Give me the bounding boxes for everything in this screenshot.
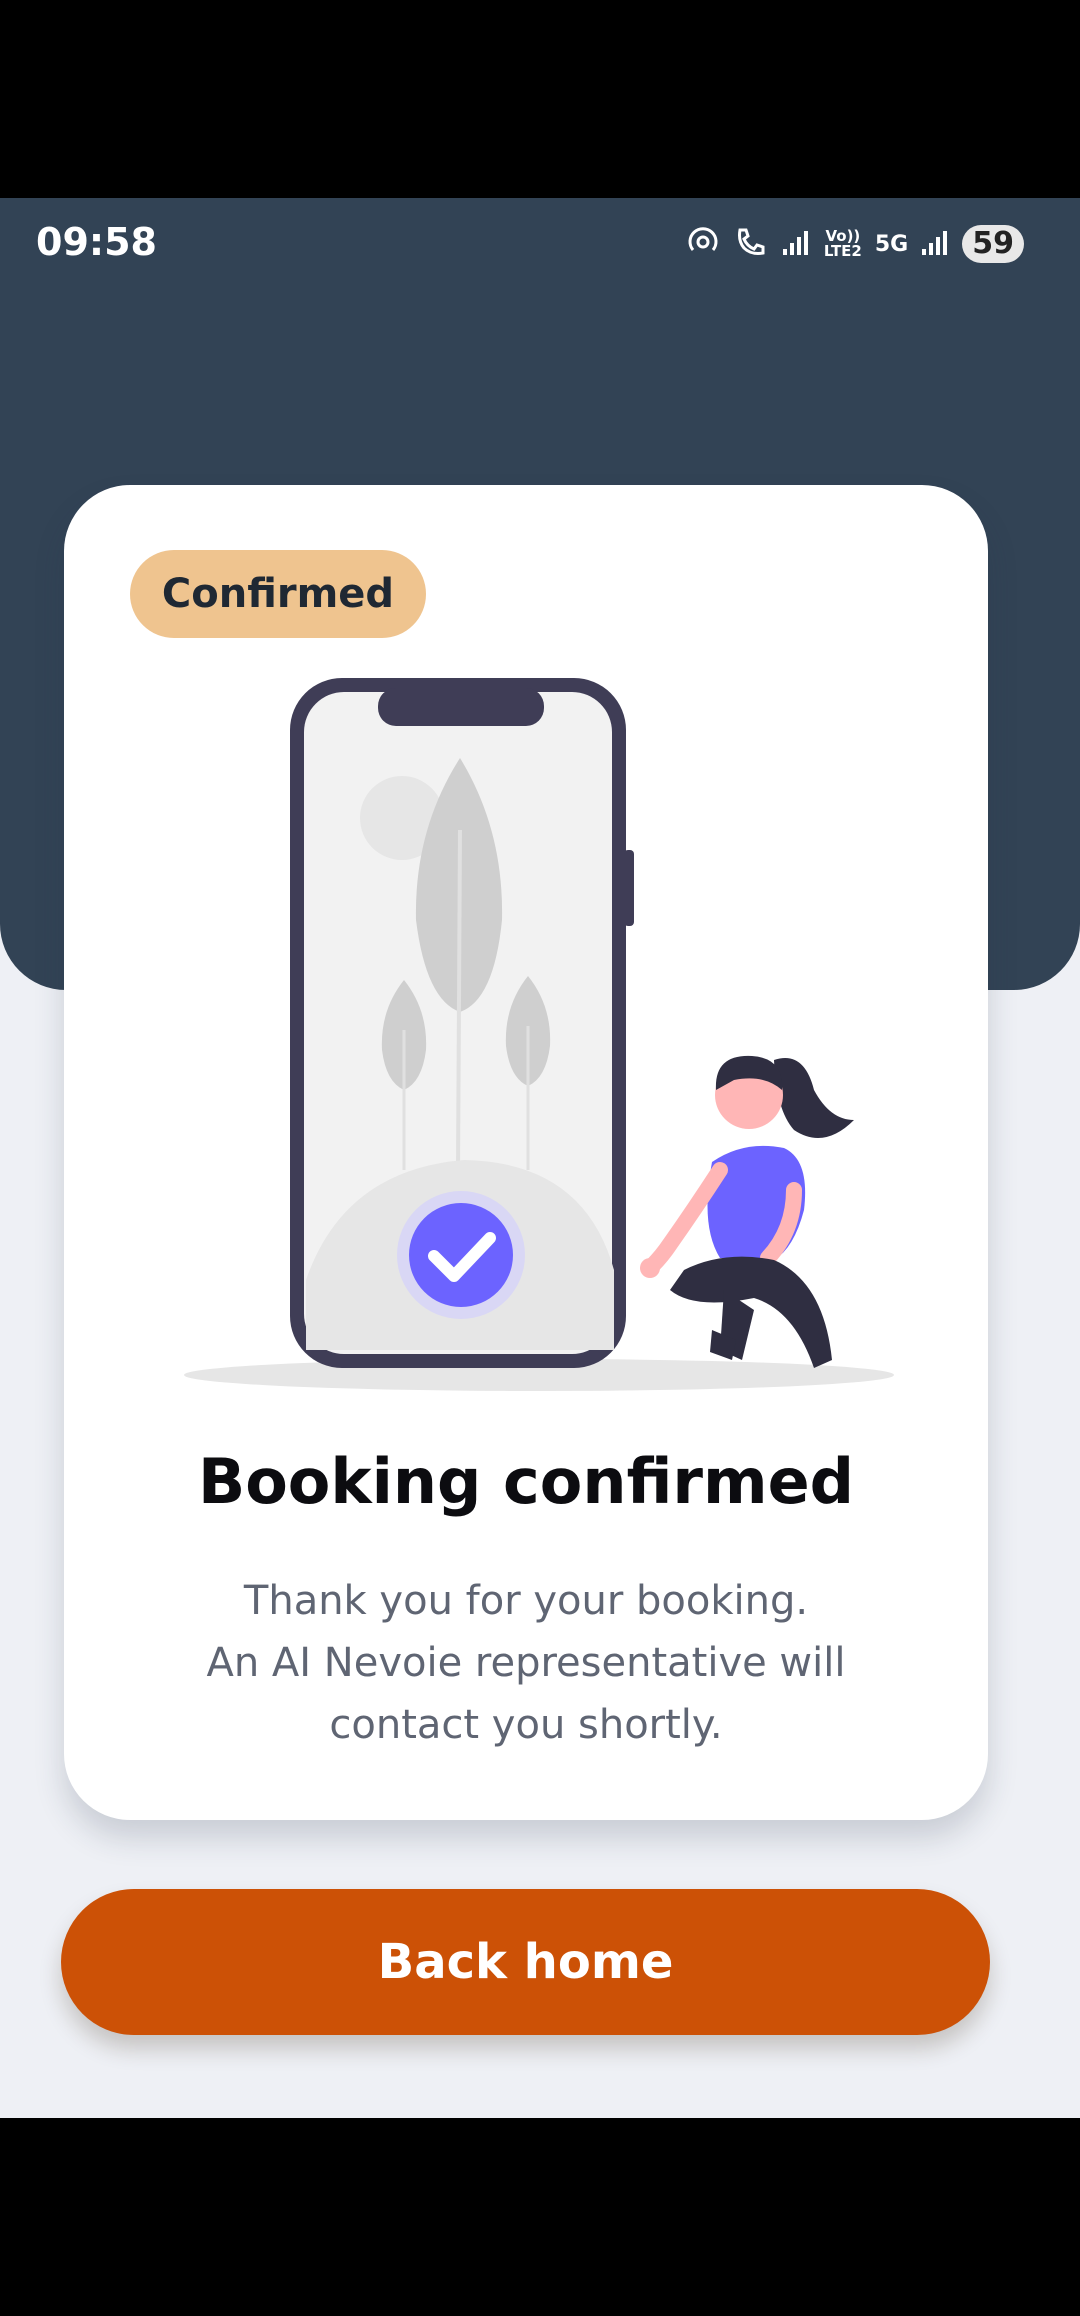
signal-icon: [781, 227, 811, 261]
back-home-button[interactable]: Back home: [61, 1889, 990, 2035]
status-icons: Vo)) LTE2 5G 59: [685, 224, 1024, 264]
confirmation-message: Thank you for your booking. An AI Nevoie…: [144, 1570, 908, 1756]
message-line: contact you shortly.: [329, 1702, 723, 1748]
page-title: Booking confirmed: [197, 1445, 855, 1518]
status-time: 09:58: [36, 220, 157, 264]
booking-illustration: [164, 670, 904, 1410]
status-bar: 09:58 Vo)) LTE2 5G 59: [0, 198, 1080, 294]
wifi-calling-icon: [733, 224, 769, 264]
volte-indicator: Vo)) LTE2: [823, 227, 862, 260]
screen: 09:58 Vo)) LTE2 5G 59 Confirmed Booking …: [0, 198, 1080, 2118]
message-line: An AI Nevoie representative will: [206, 1640, 846, 1686]
5g-indicator: 5G: [874, 231, 909, 257]
status-badge: Confirmed: [130, 550, 426, 638]
hotspot-icon: [685, 224, 721, 264]
message-line: Thank you for your booking.: [243, 1578, 809, 1624]
battery-indicator: 59: [962, 225, 1024, 263]
confirmation-card: Confirmed Booking confirmed Thank you fo…: [64, 485, 988, 1820]
signal-icon-2: [920, 227, 950, 261]
